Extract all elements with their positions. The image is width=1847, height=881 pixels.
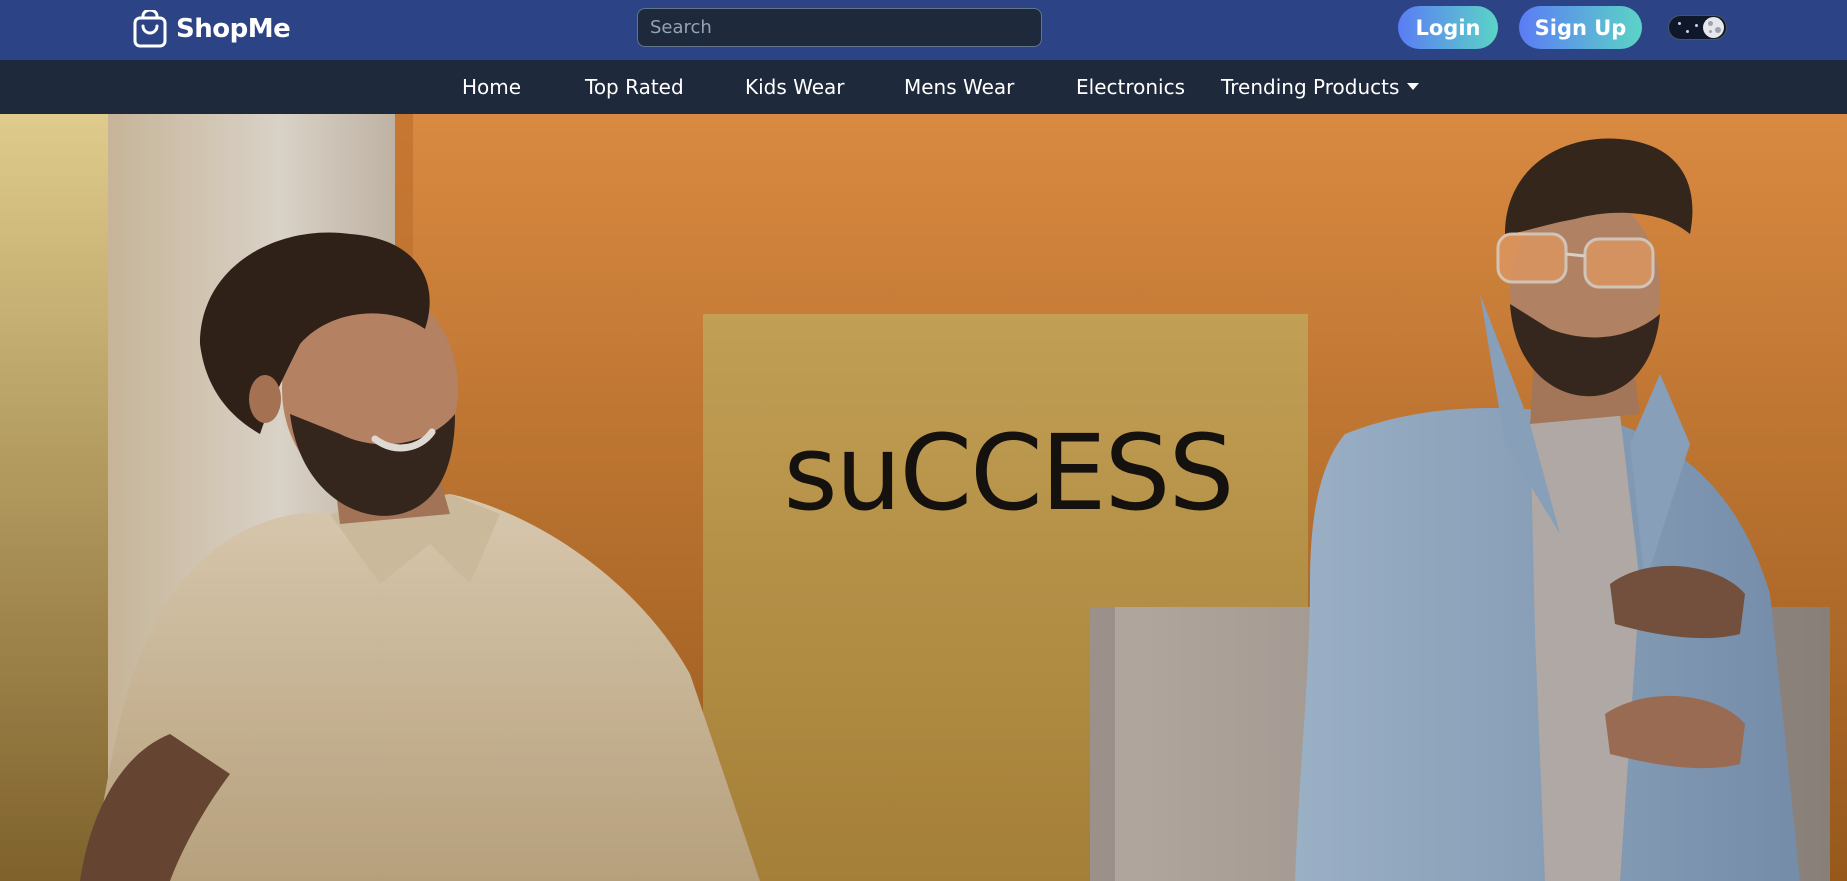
nav-item-electronics[interactable]: Electronics <box>1076 60 1185 114</box>
login-button[interactable]: Login <box>1398 6 1498 49</box>
caret-down-icon <box>1407 83 1420 90</box>
nav-item-trending-products[interactable]: Trending Products <box>1221 60 1420 114</box>
brand-name: ShopMe <box>176 14 291 44</box>
theme-toggle[interactable] <box>1668 15 1727 40</box>
nav-item-home[interactable]: Home <box>462 60 521 114</box>
moon-toggle-icon <box>1703 17 1724 38</box>
nav-item-kids-wear[interactable]: Kids Wear <box>745 60 845 114</box>
star-icon <box>1695 24 1698 27</box>
nav-item-top-rated[interactable]: Top Rated <box>585 60 684 114</box>
shopping-bag-icon <box>133 10 167 48</box>
star-icon <box>1686 30 1689 33</box>
hero-banner[interactable]: suCCESS <box>0 114 1847 881</box>
top-header: ShopMe Login Sign Up <box>0 0 1847 60</box>
main-nav: Home Top Rated Kids Wear Mens Wear Elect… <box>0 60 1847 114</box>
search-input[interactable] <box>637 8 1042 47</box>
brand-logo[interactable]: ShopMe <box>132 8 291 50</box>
signup-button[interactable]: Sign Up <box>1519 6 1642 49</box>
hero-sign-text: suCCESS <box>783 412 1234 534</box>
nav-item-mens-wear[interactable]: Mens Wear <box>904 60 1014 114</box>
trending-products-label: Trending Products <box>1221 75 1400 99</box>
star-icon <box>1678 22 1681 25</box>
